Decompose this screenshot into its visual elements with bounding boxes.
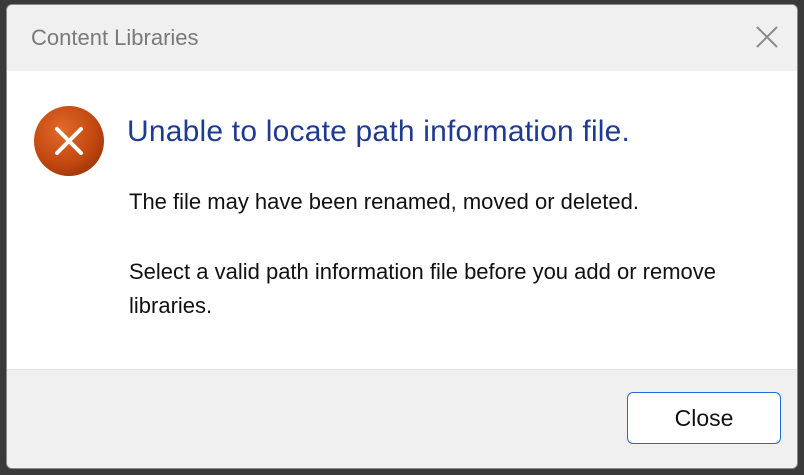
dialog-footer: Close	[7, 369, 797, 468]
close-button[interactable]: Close	[627, 392, 781, 444]
error-message-line1: The file may have been renamed, moved or…	[129, 189, 639, 214]
dialog-window: Content Libraries Unable to locate path …	[6, 4, 798, 469]
window-title: Content Libraries	[31, 25, 199, 50]
error-icon	[33, 105, 105, 177]
close-icon[interactable]	[751, 21, 783, 53]
title-bar: Content Libraries	[7, 5, 797, 71]
error-message-line2: Select a valid path information file bef…	[129, 259, 716, 318]
dialog-content: Unable to locate path information file. …	[7, 71, 797, 369]
error-heading: Unable to locate path information file.	[127, 115, 631, 148]
screenshot-frame: Content Libraries Unable to locate path …	[0, 0, 804, 475]
